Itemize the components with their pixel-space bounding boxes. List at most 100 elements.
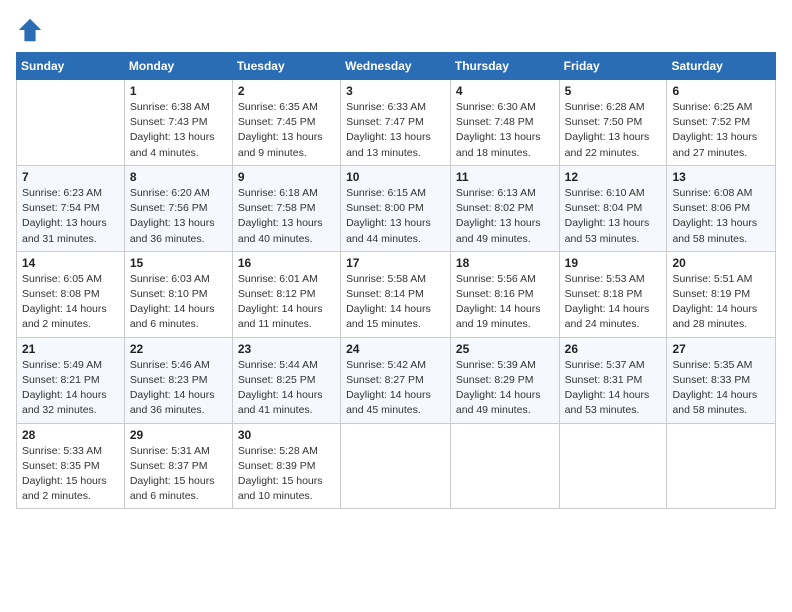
day-number: 23 <box>238 342 335 356</box>
day-number: 14 <box>22 256 119 270</box>
calendar-cell: 18 Sunrise: 5:56 AMSunset: 8:16 PMDayligh… <box>450 251 559 337</box>
calendar-cell: 7 Sunrise: 6:23 AMSunset: 7:54 PMDaylight… <box>17 165 125 251</box>
day-number: 19 <box>565 256 662 270</box>
day-info: Sunrise: 6:08 AMSunset: 8:06 PMDaylight:… <box>672 186 770 247</box>
calendar-cell: 30Sunrise: 5:28 AMSunset: 8:39 PMDayligh… <box>232 423 340 509</box>
calendar-cell: 17 Sunrise: 5:58 AMSunset: 8:14 PMDayligh… <box>341 251 451 337</box>
day-info: Sunrise: 6:38 AMSunset: 7:43 PMDaylight:… <box>130 100 227 161</box>
calendar-day-header: Saturday <box>667 53 776 80</box>
day-number: 25 <box>456 342 554 356</box>
day-info: Sunrise: 6:03 AMSunset: 8:10 PMDaylight:… <box>130 272 227 333</box>
calendar-day-header: Friday <box>559 53 667 80</box>
day-number: 9 <box>238 170 335 184</box>
calendar-cell: 6 Sunrise: 6:25 AMSunset: 7:52 PMDaylight… <box>667 80 776 166</box>
page-header <box>16 16 776 44</box>
day-number: 7 <box>22 170 119 184</box>
day-info: Sunrise: 5:39 AMSunset: 8:29 PMDaylight:… <box>456 358 554 419</box>
day-number: 4 <box>456 84 554 98</box>
calendar-day-header: Wednesday <box>341 53 451 80</box>
day-number: 20 <box>672 256 770 270</box>
day-info: Sunrise: 5:35 AMSunset: 8:33 PMDaylight:… <box>672 358 770 419</box>
calendar-cell: 16 Sunrise: 6:01 AMSunset: 8:12 PMDayligh… <box>232 251 340 337</box>
day-number: 6 <box>672 84 770 98</box>
day-number: 16 <box>238 256 335 270</box>
day-info: Sunrise: 6:13 AMSunset: 8:02 PMDaylight:… <box>456 186 554 247</box>
day-info: Sunrise: 5:58 AMSunset: 8:14 PMDaylight:… <box>346 272 445 333</box>
day-info: Sunrise: 5:56 AMSunset: 8:16 PMDaylight:… <box>456 272 554 333</box>
day-number: 11 <box>456 170 554 184</box>
calendar-cell: 13 Sunrise: 6:08 AMSunset: 8:06 PMDayligh… <box>667 165 776 251</box>
calendar-cell: 12Sunrise: 6:10 AMSunset: 8:04 PMDayligh… <box>559 165 667 251</box>
calendar-cell: 27 Sunrise: 5:35 AMSunset: 8:33 PMDayligh… <box>667 337 776 423</box>
calendar-cell <box>667 423 776 509</box>
day-info: Sunrise: 6:10 AMSunset: 8:04 PMDaylight:… <box>565 186 662 247</box>
calendar-week-row: 21Sunrise: 5:49 AMSunset: 8:21 PMDayligh… <box>17 337 776 423</box>
calendar-cell: 15 Sunrise: 6:03 AMSunset: 8:10 PMDayligh… <box>124 251 232 337</box>
day-info: Sunrise: 5:42 AMSunset: 8:27 PMDaylight:… <box>346 358 445 419</box>
calendar-cell: 25 Sunrise: 5:39 AMSunset: 8:29 PMDayligh… <box>450 337 559 423</box>
day-info: Sunrise: 6:05 AMSunset: 8:08 PMDaylight:… <box>22 272 119 333</box>
calendar-cell: 23 Sunrise: 5:44 AMSunset: 8:25 PMDayligh… <box>232 337 340 423</box>
calendar-cell: 14 Sunrise: 6:05 AMSunset: 8:08 PMDayligh… <box>17 251 125 337</box>
calendar-day-header: Monday <box>124 53 232 80</box>
day-info: Sunrise: 5:33 AMSunset: 8:35 PMDaylight:… <box>22 444 119 505</box>
day-info: Sunrise: 6:25 AMSunset: 7:52 PMDaylight:… <box>672 100 770 161</box>
day-info: Sunrise: 6:01 AMSunset: 8:12 PMDaylight:… <box>238 272 335 333</box>
calendar-week-row: 1Sunrise: 6:38 AMSunset: 7:43 PMDaylight… <box>17 80 776 166</box>
day-number: 29 <box>130 428 227 442</box>
day-info: Sunrise: 6:35 AMSunset: 7:45 PMDaylight:… <box>238 100 335 161</box>
calendar-cell: 20 Sunrise: 5:51 AMSunset: 8:19 PMDayligh… <box>667 251 776 337</box>
calendar-cell: 9 Sunrise: 6:18 AMSunset: 7:58 PMDaylight… <box>232 165 340 251</box>
day-info: Sunrise: 5:31 AMSunset: 8:37 PMDaylight:… <box>130 444 227 505</box>
calendar-cell: 22 Sunrise: 5:46 AMSunset: 8:23 PMDayligh… <box>124 337 232 423</box>
calendar-cell: 21Sunrise: 5:49 AMSunset: 8:21 PMDayligh… <box>17 337 125 423</box>
calendar-table: SundayMondayTuesdayWednesdayThursdayFrid… <box>16 52 776 509</box>
logo <box>16 16 48 44</box>
day-info: Sunrise: 5:44 AMSunset: 8:25 PMDaylight:… <box>238 358 335 419</box>
day-info: Sunrise: 6:30 AMSunset: 7:48 PMDaylight:… <box>456 100 554 161</box>
calendar-cell: 24 Sunrise: 5:42 AMSunset: 8:27 PMDayligh… <box>341 337 451 423</box>
day-info: Sunrise: 5:51 AMSunset: 8:19 PMDaylight:… <box>672 272 770 333</box>
calendar-week-row: 28 Sunrise: 5:33 AMSunset: 8:35 PMDayligh… <box>17 423 776 509</box>
calendar-week-row: 14 Sunrise: 6:05 AMSunset: 8:08 PMDayligh… <box>17 251 776 337</box>
day-number: 28 <box>22 428 119 442</box>
calendar-cell <box>341 423 451 509</box>
calendar-cell: 5Sunrise: 6:28 AMSunset: 7:50 PMDaylight… <box>559 80 667 166</box>
day-info: Sunrise: 5:53 AMSunset: 8:18 PMDaylight:… <box>565 272 662 333</box>
calendar-cell: 28 Sunrise: 5:33 AMSunset: 8:35 PMDayligh… <box>17 423 125 509</box>
day-number: 15 <box>130 256 227 270</box>
calendar-header-row: SundayMondayTuesdayWednesdayThursdayFrid… <box>17 53 776 80</box>
day-number: 26 <box>565 342 662 356</box>
day-info: Sunrise: 5:28 AMSunset: 8:39 PMDaylight:… <box>238 444 335 505</box>
day-info: Sunrise: 6:28 AMSunset: 7:50 PMDaylight:… <box>565 100 662 161</box>
calendar-cell: 2Sunrise: 6:35 AMSunset: 7:45 PMDaylight… <box>232 80 340 166</box>
logo-icon <box>16 16 44 44</box>
calendar-cell <box>559 423 667 509</box>
calendar-cell: 29 Sunrise: 5:31 AMSunset: 8:37 PMDayligh… <box>124 423 232 509</box>
day-number: 13 <box>672 170 770 184</box>
day-number: 8 <box>130 170 227 184</box>
calendar-day-header: Sunday <box>17 53 125 80</box>
day-number: 27 <box>672 342 770 356</box>
day-info: Sunrise: 6:18 AMSunset: 7:58 PMDaylight:… <box>238 186 335 247</box>
day-info: Sunrise: 5:46 AMSunset: 8:23 PMDaylight:… <box>130 358 227 419</box>
calendar-body: 1Sunrise: 6:38 AMSunset: 7:43 PMDaylight… <box>17 80 776 509</box>
day-number: 3 <box>346 84 445 98</box>
calendar-day-header: Thursday <box>450 53 559 80</box>
calendar-cell: 26 Sunrise: 5:37 AMSunset: 8:31 PMDayligh… <box>559 337 667 423</box>
calendar-week-row: 7 Sunrise: 6:23 AMSunset: 7:54 PMDaylight… <box>17 165 776 251</box>
day-number: 24 <box>346 342 445 356</box>
calendar-cell: 11 Sunrise: 6:13 AMSunset: 8:02 PMDayligh… <box>450 165 559 251</box>
day-number: 17 <box>346 256 445 270</box>
calendar-cell: 1Sunrise: 6:38 AMSunset: 7:43 PMDaylight… <box>124 80 232 166</box>
day-info: Sunrise: 6:23 AMSunset: 7:54 PMDaylight:… <box>22 186 119 247</box>
day-number: 18 <box>456 256 554 270</box>
calendar-cell <box>17 80 125 166</box>
day-info: Sunrise: 5:49 AMSunset: 8:21 PMDaylight:… <box>22 358 119 419</box>
calendar-cell: 8 Sunrise: 6:20 AMSunset: 7:56 PMDaylight… <box>124 165 232 251</box>
day-number: 22 <box>130 342 227 356</box>
day-info: Sunrise: 5:37 AMSunset: 8:31 PMDaylight:… <box>565 358 662 419</box>
day-info: Sunrise: 6:20 AMSunset: 7:56 PMDaylight:… <box>130 186 227 247</box>
calendar-cell <box>450 423 559 509</box>
day-number: 10 <box>346 170 445 184</box>
